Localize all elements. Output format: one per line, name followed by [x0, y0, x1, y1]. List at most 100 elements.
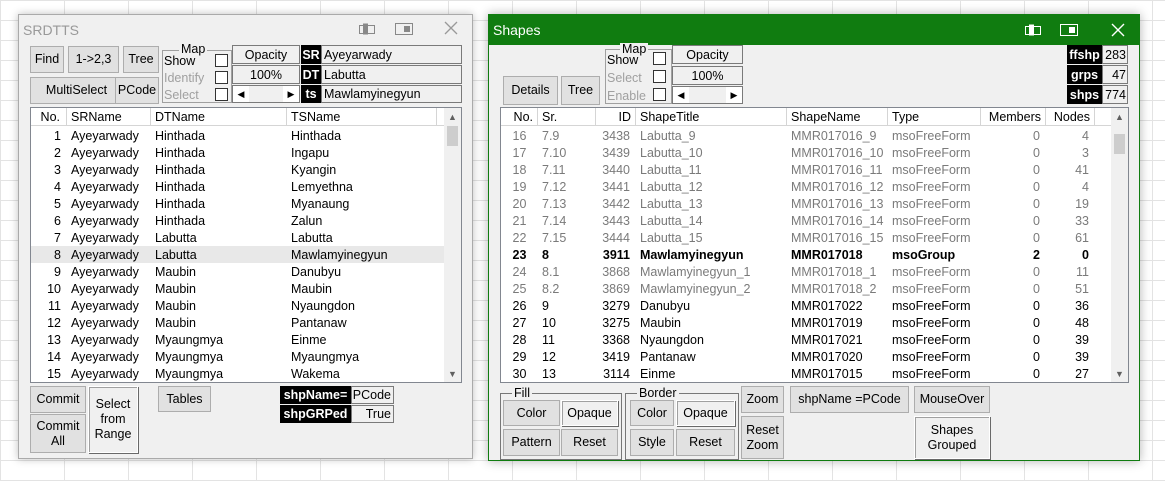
find-button[interactable]: Find	[30, 46, 64, 73]
select-from-range-button[interactable]: Select from Range	[88, 386, 138, 453]
table-row[interactable]: 28 11 3368 Nyaungdon MMR017021 msoFreeForm 0 39	[501, 331, 1112, 348]
border-style-button[interactable]: Style	[630, 429, 674, 456]
srdtts-titlebar[interactable]: SRDTTS	[19, 15, 472, 45]
table-row[interactable]: 8 Ayeyarwady Labutta Mawlamyinegyun	[31, 246, 445, 263]
spin-left-icon[interactable]: ◀	[233, 86, 249, 102]
close-icon[interactable]	[443, 20, 459, 36]
dt-field[interactable]: Labutta	[321, 65, 462, 84]
scroll-up-icon[interactable]: ▲	[444, 108, 461, 125]
border-color-button[interactable]: Color	[630, 400, 674, 426]
fill-opaque-button[interactable]: Opaque	[561, 400, 618, 426]
column-header[interactable]: ShapeTitle	[636, 108, 787, 126]
table-row[interactable]: 17 7.10 3439 Labutta_10 MMR017016_10 msoFreeF…	[501, 144, 1112, 161]
table-row[interactable]: 12 Ayeyarwady Maubin Pantanaw	[31, 314, 445, 331]
restore-window-icon[interactable]	[1025, 24, 1041, 36]
fill-pattern-button[interactable]: Pattern	[503, 429, 560, 456]
spin-right-icon[interactable]: ▶	[726, 87, 742, 103]
column-header[interactable]: Type	[888, 108, 981, 126]
table-row[interactable]: 24 8.1 3868 Mawlamyinegyun_1 MMR017018_1 msoF…	[501, 263, 1112, 280]
shapes-grouped-button[interactable]: Shapes Grouped	[914, 416, 990, 459]
map-show-checkbox[interactable]	[215, 54, 228, 67]
table-row[interactable]: 6 Ayeyarwady Hinthada Zalun	[31, 212, 445, 229]
table-row[interactable]: 1 Ayeyarwady Hinthada Hinthada	[31, 127, 445, 144]
shapes-listview[interactable]: No. Sr. ID ShapeTitle ShapeName Type Members No…	[500, 107, 1129, 383]
table-row[interactable]: 26 9 3279 Danubyu MMR017022 msoFreeForm 0 36	[501, 297, 1112, 314]
table-row[interactable]: 9 Ayeyarwady Maubin Danubyu	[31, 263, 445, 280]
restore-window-icon[interactable]	[359, 23, 375, 35]
shpname-field[interactable]: PCode	[351, 386, 394, 404]
table-row[interactable]: 15 Ayeyarwady Myaungmya Wakema	[31, 365, 445, 382]
table-row[interactable]: 11 Ayeyarwady Maubin Nyaungdon	[31, 297, 445, 314]
ts-field[interactable]: Mawlamyinegyun	[321, 85, 462, 103]
fill-reset-button[interactable]: Reset	[561, 429, 618, 456]
details-button[interactable]: Details	[503, 76, 558, 105]
column-header[interactable]: ShapeName	[787, 108, 888, 126]
commit-button[interactable]: Commit	[30, 386, 86, 413]
table-row[interactable]: 5 Ayeyarwady Hinthada Myanaung	[31, 195, 445, 212]
table-row[interactable]: 10 Ayeyarwady Maubin Maubin	[31, 280, 445, 297]
table-row[interactable]: 13 Ayeyarwady Myaungmya Einme	[31, 331, 445, 348]
column-header[interactable]: DTName	[151, 108, 287, 126]
mouseover-button[interactable]: MouseOver	[914, 386, 990, 413]
spin-track[interactable]	[689, 87, 726, 103]
opacity-spinner[interactable]: ◀ ▶	[672, 86, 743, 104]
column-header[interactable]: SRName	[67, 108, 151, 126]
spin-right-icon[interactable]: ▶	[283, 86, 299, 102]
table-row[interactable]: 21 7.14 3443 Labutta_14 MMR017016_14 msoFreeF…	[501, 212, 1112, 229]
fill-color-button[interactable]: Color	[503, 400, 560, 426]
table-row[interactable]: 20 7.13 3442 Labutta_13 MMR017016_13 msoFreeF…	[501, 195, 1112, 212]
map-identify-checkbox[interactable]	[215, 71, 228, 84]
map-enable-checkbox[interactable]	[653, 88, 666, 101]
tree-button[interactable]: Tree	[123, 46, 159, 73]
opacity-spinner[interactable]: ◀ ▶	[232, 85, 300, 103]
multiselect-button[interactable]: MultiSelect	[30, 77, 123, 104]
column-header[interactable]: Sr.	[538, 108, 596, 126]
commit-all-button[interactable]: Commit All	[30, 414, 86, 453]
close-icon[interactable]	[1110, 22, 1126, 38]
spin-left-icon[interactable]: ◀	[673, 87, 689, 103]
table-row[interactable]: 3 Ayeyarwady Hinthada Kyangin	[31, 161, 445, 178]
scroll-thumb[interactable]	[447, 126, 458, 146]
table-row[interactable]: 30 13 3114 Einme MMR017015 msoFreeForm 0 27	[501, 365, 1112, 382]
column-header[interactable]: No.	[31, 108, 67, 126]
dock-window-icon[interactable]	[395, 23, 413, 35]
table-row[interactable]: 4 Ayeyarwady Hinthada Lemyethna	[31, 178, 445, 195]
scroll-down-icon[interactable]: ▼	[444, 365, 461, 382]
table-row[interactable]: 22 7.15 3444 Labutta_15 MMR017016_15 msoFreeF…	[501, 229, 1112, 246]
tree-button[interactable]: Tree	[561, 76, 600, 105]
sr-field[interactable]: Ayeyarwady	[321, 45, 462, 64]
column-header[interactable]: No.	[501, 108, 538, 126]
border-opaque-button[interactable]: Opaque	[676, 400, 735, 426]
table-row[interactable]: 23 8 3911 Mawlamyinegyun MMR017018 msoGroup 2 0	[501, 246, 1112, 263]
pcode-button[interactable]: PCode	[115, 77, 159, 104]
zoom-button[interactable]: Zoom	[741, 386, 784, 413]
table-row[interactable]: 18 7.11 3440 Labutta_11 MMR017016_11 msoFreeF…	[501, 161, 1112, 178]
table-row[interactable]: 27 10 3275 Maubin MMR017019 msoFreeForm 0 48	[501, 314, 1112, 331]
shapes-vertical-scrollbar[interactable]: ▲ ▼	[1111, 108, 1128, 382]
dock-window-icon[interactable]	[1060, 24, 1078, 36]
table-row[interactable]: 7 Ayeyarwady Labutta Labutta	[31, 229, 445, 246]
srdtts-listview[interactable]: No. SRName DTName TSName 1 Ayeyarwady Hinthad…	[30, 107, 462, 383]
shpname-pcode-button[interactable]: shpName =PCode	[790, 386, 909, 413]
scroll-up-icon[interactable]: ▲	[1111, 108, 1128, 125]
column-header[interactable]: TSName	[287, 108, 437, 126]
reset-zoom-button[interactable]: Reset Zoom	[741, 416, 784, 459]
table-row[interactable]: 19 7.12 3441 Labutta_12 MMR017016_12 msoFreeF…	[501, 178, 1112, 195]
table-row[interactable]: 16 7.9 3438 Labutta_9 MMR017016_9 msoFreeForm…	[501, 127, 1112, 144]
scroll-down-icon[interactable]: ▼	[1111, 365, 1128, 382]
map-select-checkbox[interactable]	[653, 70, 666, 83]
column-header[interactable]: Members	[981, 108, 1046, 126]
shpgrped-field[interactable]: True	[351, 405, 394, 423]
table-row[interactable]: 2 Ayeyarwady Hinthada Ingapu	[31, 144, 445, 161]
srdtts-vertical-scrollbar[interactable]: ▲ ▼	[444, 108, 461, 382]
table-row[interactable]: 14 Ayeyarwady Myaungmya Myaungmya	[31, 348, 445, 365]
spin-track[interactable]	[249, 86, 283, 102]
one-to-two-three-button[interactable]: 1->2,3	[68, 46, 119, 73]
column-header[interactable]: Nodes	[1046, 108, 1095, 126]
shapes-titlebar[interactable]: Shapes	[489, 15, 1139, 45]
table-row[interactable]: 29 12 3419 Pantanaw MMR017020 msoFreeForm 0 39	[501, 348, 1112, 365]
border-reset-button[interactable]: Reset	[676, 429, 735, 456]
tables-button[interactable]: Tables	[158, 386, 211, 412]
map-show-checkbox[interactable]	[653, 52, 666, 65]
table-row[interactable]: 25 8.2 3869 Mawlamyinegyun_2 MMR017018_2 msoF…	[501, 280, 1112, 297]
